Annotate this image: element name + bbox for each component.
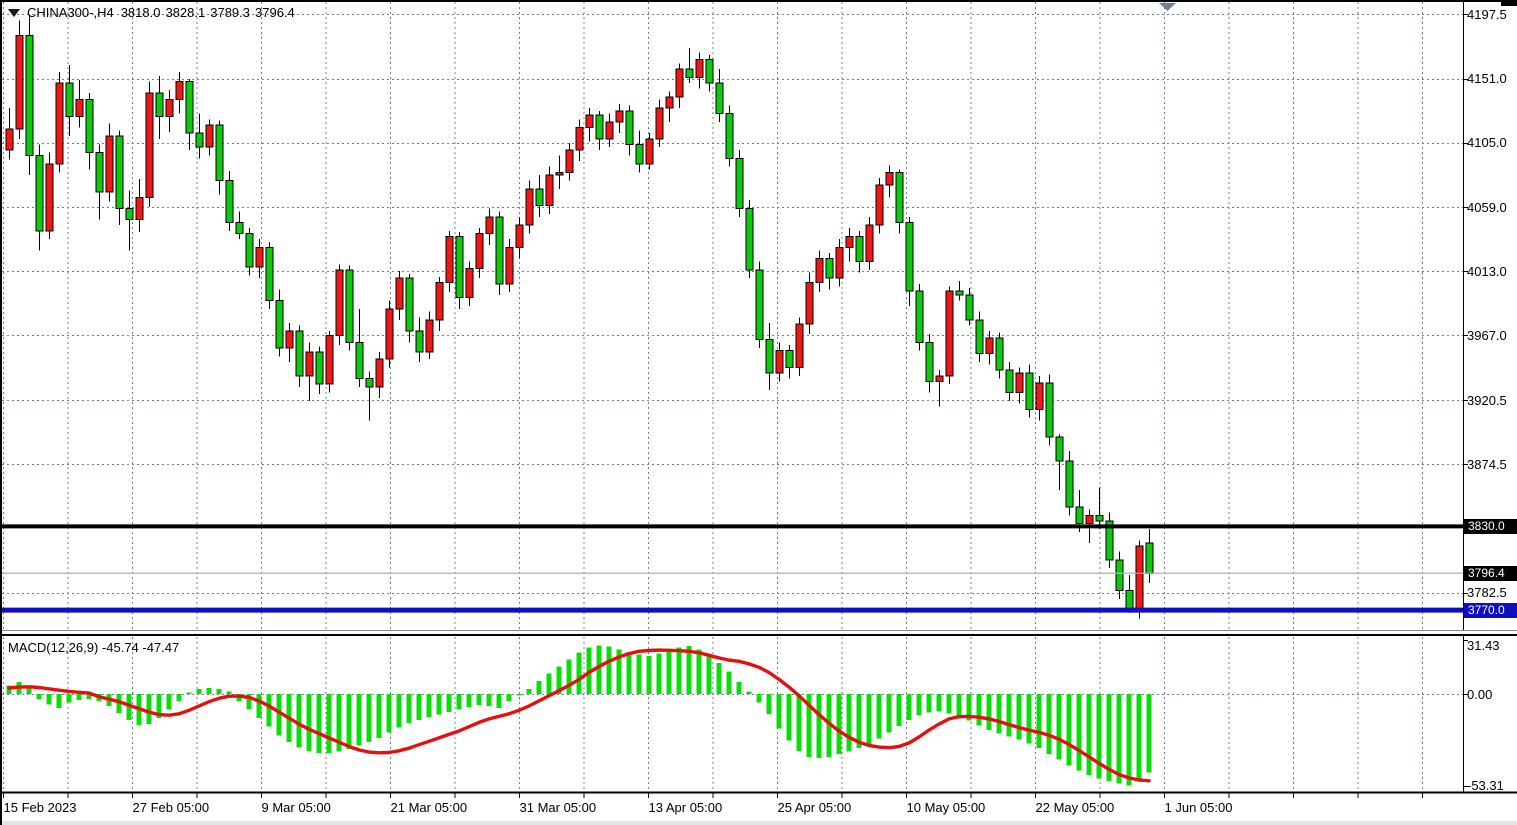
symbol-dropdown-icon[interactable] [8, 9, 20, 17]
price-axis-label: 3782.5 [1467, 585, 1507, 600]
time-axis-label[interactable]: 13 Apr 05:00 [649, 800, 723, 815]
macd-axis-label: -53.31 [1467, 778, 1504, 793]
chart-canvas[interactable] [0, 0, 1517, 825]
symbol-period-label: CHINA300-,H4 [27, 5, 114, 20]
time-axis-label[interactable]: 10 May 05:00 [907, 800, 986, 815]
window-border-top [0, 0, 1517, 2]
price-axis-label: 4013.0 [1467, 264, 1507, 279]
time-axis-label[interactable]: 1 Jun 05:00 [1165, 800, 1233, 815]
time-axis-label[interactable]: 22 May 05:00 [1036, 800, 1115, 815]
price-axis-label: 3874.5 [1467, 457, 1507, 472]
trading-chart-window: CHINA300-,H4 3818.0 3828.1 3789.3 3796.4… [0, 0, 1517, 825]
price-axis-label: 4151.0 [1467, 71, 1507, 86]
macd-axis-label: 31.43 [1467, 638, 1500, 653]
time-axis-label[interactable]: 9 Mar 05:00 [262, 800, 331, 815]
time-axis-label[interactable]: 27 Feb 05:00 [133, 800, 210, 815]
window-corner-mark [1501, 0, 1517, 6]
time-axis-label[interactable]: 21 Mar 05:00 [391, 800, 468, 815]
ohlc-close: 3796.4 [255, 5, 295, 20]
time-axis-label[interactable]: 31 Mar 05:00 [520, 800, 597, 815]
price-axis-label: 3920.5 [1467, 393, 1507, 408]
vertical-gridlines [4, 2, 1423, 792]
panel-divider-handle[interactable] [0, 630, 1517, 636]
price-axis-label: 4059.0 [1467, 200, 1507, 215]
symbol-title-row: CHINA300-,H4 3818.0 3828.1 3789.3 3796.4 [8, 5, 295, 20]
window-border-left [0, 0, 2, 825]
ohlc-low: 3789.3 [210, 5, 250, 20]
horizontal-gridlines [2, 15, 1464, 594]
level-price-badge-3770: 3770.0 [1464, 603, 1517, 618]
ohlc-readout: 3818.0 3828.1 3789.3 3796.4 [121, 5, 295, 20]
price-axis-label: 4197.5 [1467, 7, 1507, 22]
chart-shift-marker-icon[interactable] [1159, 3, 1176, 11]
price-axis-label: 3967.0 [1467, 328, 1507, 343]
ohlc-open: 3818.0 [121, 5, 161, 20]
time-axis-label[interactable]: 25 Apr 05:00 [778, 800, 852, 815]
macd-indicator-label: MACD(12,26,9) -45.74 -47.47 [8, 640, 179, 655]
window-border-bottom [0, 821, 1517, 825]
price-axis-label: 4105.0 [1467, 135, 1507, 150]
time-axis-label[interactable]: 15 Feb 2023 [4, 800, 77, 815]
bid-price-badge: 3796.4 [1464, 566, 1517, 581]
macd-axis-label: 0.00 [1467, 687, 1492, 702]
ohlc-high: 3828.1 [165, 5, 205, 20]
level-price-badge-3830: 3830.0 [1464, 519, 1517, 534]
